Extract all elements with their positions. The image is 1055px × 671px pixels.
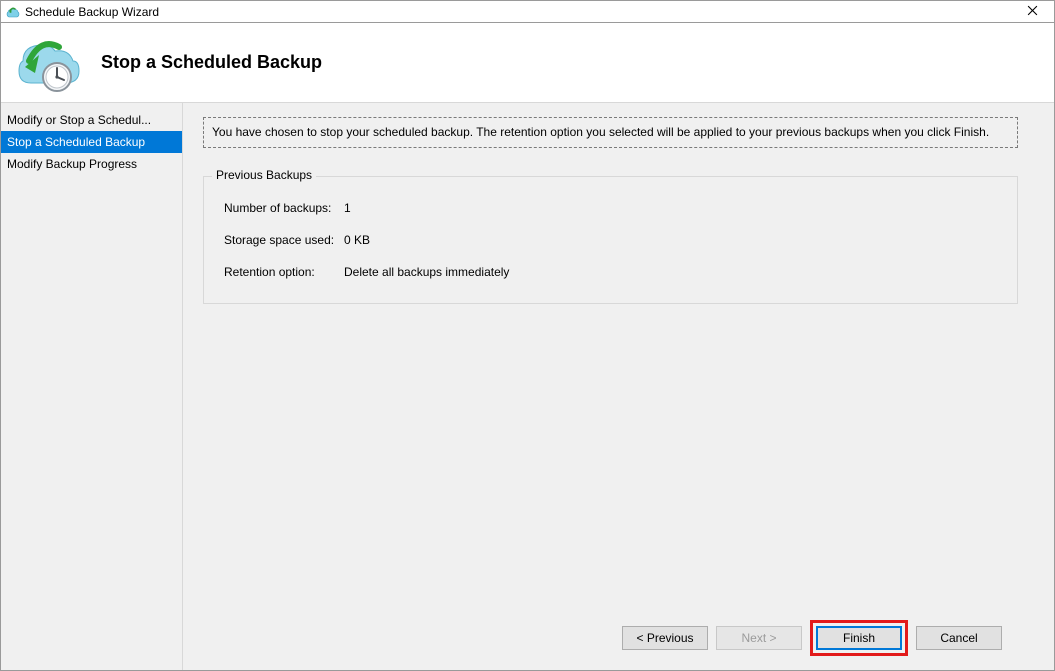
steps-sidebar: Modify or Stop a Schedul... Stop a Sched… — [1, 103, 183, 670]
info-message: You have chosen to stop your scheduled b… — [203, 117, 1018, 148]
label-number-of-backups: Number of backups: — [224, 201, 344, 215]
wizard-header-icon — [11, 33, 81, 93]
window-title: Schedule Backup Wizard — [25, 5, 159, 19]
row-number-of-backups: Number of backups: 1 — [224, 201, 1003, 215]
wizard-window: Schedule Backup Wizard Stop a — [0, 0, 1055, 671]
spacer — [203, 304, 1018, 608]
wizard-body: Modify or Stop a Schedul... Stop a Sched… — [1, 103, 1054, 670]
page-title: Stop a Scheduled Backup — [101, 52, 322, 73]
value-number-of-backups: 1 — [344, 201, 351, 215]
sidebar-item-label: Modify Backup Progress — [7, 157, 137, 171]
sidebar-item-label: Stop a Scheduled Backup — [7, 135, 145, 149]
wizard-main: You have chosen to stop your scheduled b… — [183, 103, 1054, 670]
row-retention-option: Retention option: Delete all backups imm… — [224, 265, 1003, 279]
groupbox-legend: Previous Backups — [212, 168, 316, 182]
close-button[interactable] — [1010, 1, 1054, 22]
next-button: Next > — [716, 626, 802, 650]
sidebar-step-modify-progress[interactable]: Modify Backup Progress — [1, 153, 182, 175]
app-icon — [5, 4, 21, 20]
close-icon — [1027, 4, 1038, 19]
wizard-buttons: < Previous Next > Finish Cancel — [203, 608, 1018, 670]
row-storage-used: Storage space used: 0 KB — [224, 233, 1003, 247]
previous-button[interactable]: < Previous — [622, 626, 708, 650]
titlebar: Schedule Backup Wizard — [1, 1, 1054, 23]
label-retention-option: Retention option: — [224, 265, 344, 279]
value-retention-option: Delete all backups immediately — [344, 265, 509, 279]
sidebar-step-stop-scheduled[interactable]: Stop a Scheduled Backup — [1, 131, 182, 153]
value-storage-used: 0 KB — [344, 233, 370, 247]
cancel-button[interactable]: Cancel — [916, 626, 1002, 650]
label-storage-used: Storage space used: — [224, 233, 344, 247]
sidebar-step-modify-or-stop[interactable]: Modify or Stop a Schedul... — [1, 109, 182, 131]
finish-highlight: Finish — [810, 620, 908, 656]
wizard-header: Stop a Scheduled Backup — [1, 23, 1054, 103]
finish-button[interactable]: Finish — [816, 626, 902, 650]
previous-backups-group: Previous Backups Number of backups: 1 St… — [203, 176, 1018, 304]
sidebar-item-label: Modify or Stop a Schedul... — [7, 113, 151, 127]
